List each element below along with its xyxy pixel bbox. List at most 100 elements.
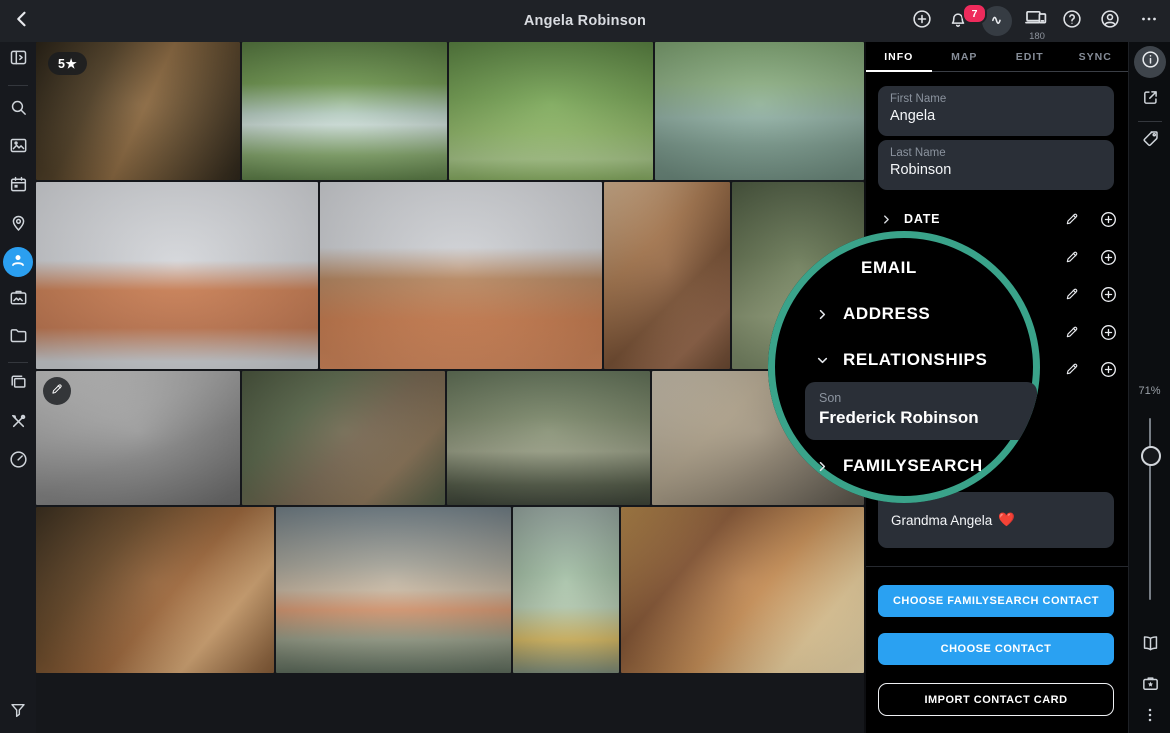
albums-icon <box>8 287 29 313</box>
chevron-right-icon <box>813 305 831 323</box>
devices-icon <box>1024 5 1048 34</box>
photo-thumbnail-writing-with-child[interactable] <box>513 507 619 673</box>
photo-thumbnail-studio-portrait-half[interactable] <box>320 182 602 369</box>
edit-pencil-icon[interactable] <box>1059 244 1085 270</box>
edit-pencil-icon[interactable] <box>1059 281 1085 307</box>
import-case-icon <box>1140 673 1161 699</box>
sidebar-item-copies[interactable] <box>4 371 32 399</box>
topbar: Angela Robinson 7 180 <box>0 0 1170 42</box>
photo-thumbnail-two-women-outdoors[interactable] <box>276 507 511 673</box>
loupe-section-email[interactable]: EMAIL <box>813 256 917 280</box>
add-circle-icon[interactable] <box>1095 206 1121 232</box>
tab-info[interactable]: INFO <box>866 42 932 71</box>
choose-contact-button[interactable]: CHOOSE CONTACT <box>878 633 1114 665</box>
divider <box>8 85 28 86</box>
photo-thumbnail-park-seated-portrait[interactable] <box>242 42 447 180</box>
loupe-section-relationships[interactable]: RELATIONSHIPS <box>813 348 987 372</box>
tab-label: EDIT <box>1016 51 1044 63</box>
tab-label: INFO <box>884 51 913 63</box>
last-name-field[interactable]: Last Name Robinson <box>878 140 1114 190</box>
calendar-icon <box>8 174 29 200</box>
section-label: RELATIONSHIPS <box>843 350 987 370</box>
edit-pencil-icon[interactable] <box>1059 206 1085 232</box>
section-label: EMAIL <box>861 258 917 278</box>
filter-button[interactable] <box>4 698 32 726</box>
chevron-down-icon <box>813 351 831 369</box>
filter-icon <box>8 700 28 725</box>
sidebar-item-photos[interactable] <box>4 134 32 162</box>
choose-familysearch-contact-button[interactable]: CHOOSE FAMILYSEARCH CONTACT <box>878 585 1114 617</box>
photo-thumbnail-closeup-headwrap[interactable] <box>604 182 730 369</box>
add-circle-icon[interactable] <box>1095 356 1121 382</box>
relationship-field[interactable]: Son Frederick Robinson <box>805 382 1037 440</box>
photo-thumbnail-birthday-cake[interactable] <box>36 507 274 673</box>
tab-sync[interactable]: SYNC <box>1063 42 1129 71</box>
tab-map[interactable]: MAP <box>932 42 998 71</box>
panel-tabs: INFO MAP EDIT SYNC <box>866 42 1128 72</box>
export-icon <box>1140 87 1161 113</box>
help-button[interactable] <box>1061 10 1083 32</box>
activity-pulse-icon <box>987 9 1007 34</box>
add-circle-icon[interactable] <box>1095 281 1121 307</box>
photo-thumbnail-laptop-table[interactable] <box>447 371 650 505</box>
devices-button[interactable] <box>1025 8 1047 30</box>
add-button[interactable] <box>911 10 933 32</box>
photos-icon <box>8 135 29 161</box>
rating-badge: 5★ <box>48 52 87 75</box>
panel-more-button[interactable] <box>1136 703 1164 731</box>
photo-thumbnail-pond-with-dog[interactable] <box>655 42 864 180</box>
tag-button[interactable] <box>1136 127 1164 155</box>
help-icon <box>1061 8 1083 35</box>
loupe-section-familysearch[interactable]: FAMILYSEARCH <box>813 454 983 478</box>
nickname-text: Grandma Angela <box>891 513 992 528</box>
sidebar-item-albums[interactable] <box>4 286 32 314</box>
sidebar-item-search[interactable] <box>4 96 32 124</box>
sidebar-item-people-active[interactable] <box>3 247 33 277</box>
add-circle-icon <box>911 8 933 35</box>
photo-thumbnail-studio-portrait-full[interactable] <box>36 182 318 369</box>
more-vertical-icon <box>1140 705 1160 730</box>
import-case-button[interactable] <box>1136 672 1164 700</box>
relation-label: Son <box>819 391 1023 405</box>
divider <box>1138 121 1162 122</box>
add-circle-icon[interactable] <box>1095 319 1121 345</box>
sidebar-item-dashboard[interactable] <box>4 448 32 476</box>
zoom-level: 71% <box>1129 385 1170 397</box>
add-circle-icon[interactable] <box>1095 244 1121 270</box>
tab-label: SYNC <box>1079 51 1112 63</box>
divider <box>8 362 28 363</box>
edit-pencil-icon[interactable] <box>1059 319 1085 345</box>
edit-pencil-icon[interactable] <box>1059 356 1085 382</box>
notification-badge: 7 <box>962 3 987 24</box>
more-menu-button[interactable] <box>1138 10 1160 32</box>
zoom-slider-thumb[interactable] <box>1141 446 1161 466</box>
section-label: FAMILYSEARCH <box>843 456 983 476</box>
field-value: Angela <box>890 108 1102 124</box>
photo-thumbnail-christmas-family[interactable] <box>621 507 864 673</box>
book-view-button[interactable] <box>1136 632 1164 660</box>
relation-value: Frederick Robinson <box>819 408 1023 428</box>
info-icon <box>1140 49 1161 75</box>
folders-icon <box>8 325 29 351</box>
account-button[interactable] <box>1099 10 1121 32</box>
section-row-date[interactable]: DATE <box>866 204 1128 234</box>
sidebar-item-folders[interactable] <box>4 324 32 352</box>
collapse-panel-button[interactable] <box>4 46 32 74</box>
device-count: 180 <box>1022 31 1052 42</box>
export-button[interactable] <box>1136 86 1164 114</box>
more-horizontal-icon <box>1138 8 1160 35</box>
heart-icon: ❤️ <box>998 512 1015 528</box>
map-pin-icon <box>8 212 29 238</box>
dashboard-icon <box>8 449 29 475</box>
first-name-field[interactable]: First Name Angela <box>878 86 1114 136</box>
people-icon <box>8 250 28 275</box>
sidebar-item-tools[interactable] <box>4 410 32 438</box>
photo-thumbnail-closeup-glasses[interactable] <box>242 371 445 505</box>
sidebar-item-map[interactable] <box>4 211 32 239</box>
tab-edit[interactable]: EDIT <box>997 42 1063 71</box>
photo-thumbnail-park-exercise[interactable] <box>449 42 653 180</box>
sidebar-item-calendar[interactable] <box>4 173 32 201</box>
loupe-section-address[interactable]: ADDRESS <box>813 302 930 326</box>
info-button-active[interactable] <box>1134 46 1166 78</box>
import-contact-card-button[interactable]: IMPORT CONTACT CARD <box>878 683 1114 716</box>
